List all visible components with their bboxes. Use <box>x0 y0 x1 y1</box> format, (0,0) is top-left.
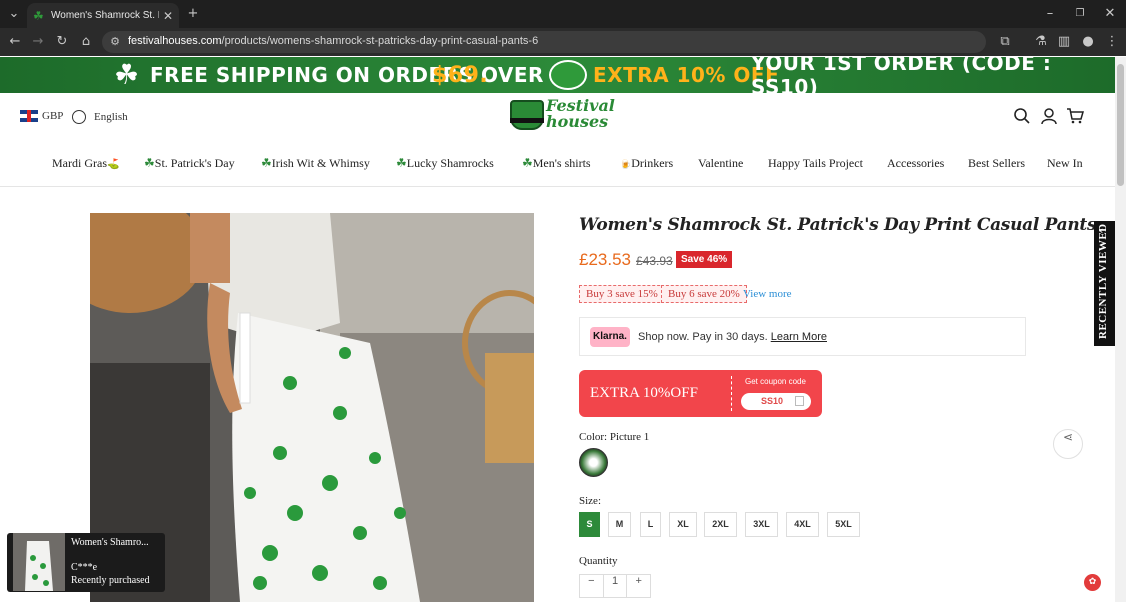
account-icon[interactable] <box>1040 107 1058 125</box>
recent-purchase-popup[interactable]: Women's Shamro... C***e Recently purchas… <box>7 533 165 592</box>
size-option-3xl[interactable]: 3XL <box>745 512 778 537</box>
offer-buy-3[interactable]: Buy 3 save 15% <box>579 285 665 303</box>
klarna-box: Klarna. Shop now. Pay in 30 days. Learn … <box>579 317 1026 356</box>
shamrock-icon: ☘ <box>114 58 140 91</box>
nav-item-accessories[interactable]: Accessories <box>887 156 944 171</box>
extensions-icon[interactable]: ⧉ <box>997 34 1013 50</box>
back-icon[interactable]: ← <box>7 34 23 50</box>
language-selector[interactable]: English <box>72 110 128 124</box>
nav-item-valentine[interactable]: Valentine <box>698 156 743 171</box>
site-favicon-icon: ☘ <box>33 8 44 23</box>
view-more-link[interactable]: View more <box>743 288 792 300</box>
currency-label: GBP <box>42 110 64 122</box>
language-label: English <box>94 111 128 123</box>
browser-tab[interactable]: ☘ Women's Shamrock St. Patrick's ✕ <box>27 3 179 28</box>
popup-status: Recently purchased <box>71 575 150 586</box>
nav-item-mardi-gras[interactable]: Mardi Gras⛳ <box>52 156 119 171</box>
profile-avatar-icon[interactable]: ● <box>1080 34 1096 50</box>
coupon-get-label: Get coupon code <box>745 377 806 386</box>
coupon-title: EXTRA 10%OFF <box>590 385 698 401</box>
size-label: Size: <box>579 495 601 507</box>
color-swatch-picture-1[interactable] <box>579 448 608 477</box>
share-icon[interactable]: ⋖ <box>1053 429 1083 459</box>
minimize-icon[interactable]: – <box>1042 6 1058 22</box>
reload-icon[interactable]: ↻ <box>54 34 70 50</box>
tab-search-icon[interactable]: ⌄ <box>6 6 22 22</box>
close-window-icon[interactable]: ✕ <box>1102 6 1118 22</box>
nav-item-drinkers[interactable]: 🍺Drinkers <box>620 156 673 171</box>
popup-buyer: C***e <box>71 562 98 573</box>
size-option-xl[interactable]: XL <box>669 512 697 537</box>
original-price: £43.93 <box>636 254 673 268</box>
menu-kebab-icon[interactable]: ⋮ <box>1104 34 1120 50</box>
gift-icon[interactable]: ✿ <box>1084 574 1101 591</box>
nav-item-best-sellers[interactable]: Best Sellers <box>968 156 1025 171</box>
banner-first-order: YOUR 1ST ORDER (CODE : SS10) <box>751 57 1052 93</box>
save-badge: Save 46% <box>676 251 733 268</box>
lab-icon[interactable]: ⚗ <box>1033 34 1049 50</box>
restore-icon[interactable]: ❐ <box>1072 6 1088 22</box>
quantity-stepper: − 1 + <box>579 574 651 598</box>
cart-icon[interactable] <box>1066 107 1084 125</box>
klarna-logo: Klarna. <box>590 327 630 347</box>
nav-item-happy-tails[interactable]: Happy Tails Project <box>768 156 863 171</box>
main-nav: Mardi Gras⛳ ☘St. Patrick's Day ☘Irish Wi… <box>0 150 1115 176</box>
coupon-divider <box>731 376 732 411</box>
promo-banner[interactable]: ☘ FREE SHIPPING ON ORDERS OVER $69. EXTR… <box>0 57 1115 93</box>
nav-item-irish-wit[interactable]: ☘Irish Wit & Whimsy <box>261 156 370 171</box>
nav-item-st-patricks-day[interactable]: ☘St. Patrick's Day <box>144 156 235 171</box>
nav-divider <box>0 186 1115 187</box>
coupon-code-button[interactable]: SS10 <box>741 393 811 410</box>
site-logo[interactable]: Festival houses <box>510 96 615 136</box>
logo-text: Festival houses <box>546 96 615 131</box>
logo-hat-icon <box>510 100 544 130</box>
popup-product-title: Women's Shamro... <box>71 537 149 548</box>
size-option-m[interactable]: M <box>608 512 631 537</box>
url-text[interactable]: festivalhouses.com/products/womens-shamr… <box>128 35 538 47</box>
quantity-label: Quantity <box>579 555 618 567</box>
size-option-5xl[interactable]: 5XL <box>827 512 860 537</box>
banner-amount: $69. <box>432 62 489 88</box>
coupon-card: EXTRA 10%OFF Get coupon code SS10 <box>579 370 822 417</box>
site-info-icon[interactable]: ⚙ <box>107 34 123 50</box>
offer-buy-6[interactable]: Buy 6 save 20% <box>661 285 747 303</box>
sidepanel-icon[interactable]: ▥ <box>1056 34 1072 50</box>
size-option-2xl[interactable]: 2XL <box>704 512 737 537</box>
coupon-code: SS10 <box>761 396 784 406</box>
forward-icon[interactable]: → <box>30 34 46 50</box>
browser-tab-strip: ⌄ ☘ Women's Shamrock St. Patrick's ✕ + –… <box>0 0 1126 28</box>
nav-item-mens-shirts[interactable]: ☘Men's shirts <box>522 156 591 171</box>
tab-title: Women's Shamrock St. Patrick's <box>51 10 159 21</box>
product-title: Women's Shamrock St. Patrick's Day Print… <box>579 215 1097 235</box>
size-option-l[interactable]: L <box>640 512 661 537</box>
search-icon[interactable] <box>1013 107 1031 125</box>
logo-hat-band <box>510 118 544 123</box>
recently-viewed-tab[interactable]: ‹ RECENTLY VIEWED <box>1094 221 1115 346</box>
currency-selector[interactable]: GBP <box>20 110 63 122</box>
quantity-increase-button[interactable]: + <box>627 575 650 597</box>
close-tab-icon[interactable]: ✕ <box>163 9 173 23</box>
quantity-input[interactable]: 1 <box>602 575 628 597</box>
nav-item-new-in[interactable]: New In <box>1047 156 1083 171</box>
nav-item-lucky-shamrocks[interactable]: ☘Lucky Shamrocks <box>396 156 494 171</box>
popup-thumbnail-image <box>13 533 65 591</box>
current-price: £23.53 <box>579 250 631 269</box>
leprechaun-hat-icon <box>549 60 587 90</box>
quantity-decrease-button[interactable]: − <box>580 575 603 597</box>
home-icon[interactable]: ⌂ <box>78 34 94 50</box>
klarna-text: Shop now. Pay in 30 days. Learn More <box>638 331 827 343</box>
copy-icon <box>795 396 804 406</box>
color-label: Color: Picture 1 <box>579 431 650 443</box>
size-option-4xl[interactable]: 4XL <box>786 512 819 537</box>
recently-viewed-label: RECENTLY VIEWED <box>1097 223 1109 339</box>
new-tab-icon[interactable]: + <box>185 6 201 22</box>
klarna-learn-more-link[interactable]: Learn More <box>771 331 827 343</box>
uk-flag-icon <box>20 110 38 122</box>
scrollbar-thumb[interactable] <box>1117 64 1124 186</box>
size-option-s[interactable]: S <box>579 512 600 537</box>
popup-product-thumbnail <box>13 533 65 591</box>
globe-icon <box>72 110 86 124</box>
